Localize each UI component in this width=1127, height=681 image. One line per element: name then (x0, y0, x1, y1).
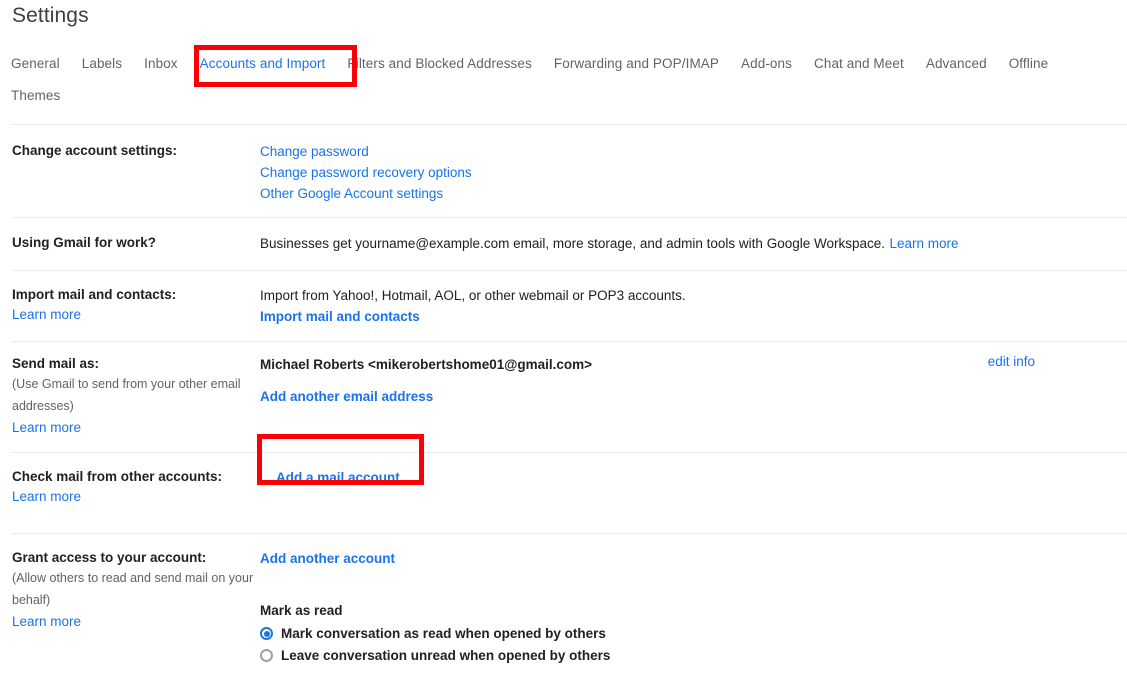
label-grant-access-to-your-account: Grant access to your account: (12, 550, 207, 565)
import-mail-description: Import from Yahoo!, Hotmail, AOL, or oth… (260, 288, 686, 303)
settings-tabbar: General Labels Inbox Accounts and Import… (0, 48, 1127, 112)
grant-access-subtext: (Allow others to read and send mail on y… (12, 571, 254, 607)
label-check-mail-from-other-accounts: Check mail from other accounts: (12, 469, 223, 484)
change-password-link[interactable]: Change password (260, 141, 369, 162)
edit-info-link[interactable]: edit info (988, 354, 1035, 369)
row-label-gmail-for-work: Using Gmail for work? (0, 233, 260, 252)
tab-accounts-and-import[interactable]: Accounts and Import (189, 48, 337, 80)
label-gmail-for-work: Using Gmail for work? (12, 235, 157, 250)
radio-label-mark-conversation-as-read: Mark conversation as read when opened by… (281, 626, 606, 641)
add-a-mail-account-link[interactable]: Add a mail account (276, 467, 400, 488)
gmail-for-work-learn-more-link[interactable]: Learn more (889, 236, 958, 251)
tab-advanced[interactable]: Advanced (915, 48, 998, 80)
row-body-check-mail: Add a mail account (260, 467, 1127, 488)
label-change-account-settings: Change account settings: (12, 143, 178, 158)
label-import-mail-and-contacts: Import mail and contacts: (12, 287, 177, 302)
tab-general[interactable]: General (0, 48, 71, 80)
row-gmail-for-work: Using Gmail for work? Businesses get you… (0, 218, 1127, 270)
settings-content: Change account settings: Change password… (0, 124, 1127, 681)
add-another-account-link[interactable]: Add another account (260, 548, 395, 569)
import-mail-and-contacts-link[interactable]: Import mail and contacts (260, 306, 420, 327)
import-mail-learn-more-link[interactable]: Learn more (12, 304, 81, 325)
mark-as-read-title: Mark as read (260, 603, 343, 618)
row-import-mail-and-contacts: Import mail and contacts: Learn more Imp… (0, 271, 1127, 341)
gmail-for-work-description: Businesses get yourname@example.com emai… (260, 236, 886, 251)
row-body-send-mail-as: Michael Roberts <mikerobertshome01@gmail… (260, 354, 1127, 407)
row-body-grant-access: Add another account Mark as read Mark co… (260, 548, 1127, 667)
row-label-change-account-settings: Change account settings: (0, 141, 260, 160)
tab-inbox[interactable]: Inbox (133, 48, 189, 80)
tab-themes[interactable]: Themes (0, 80, 71, 112)
add-another-email-address-link[interactable]: Add another email address (260, 386, 433, 407)
page-title: Settings (12, 4, 89, 27)
tab-forwarding-and-pop-imap[interactable]: Forwarding and POP/IMAP (543, 48, 730, 80)
radio-mark-conversation-as-read[interactable] (260, 627, 273, 640)
send-mail-as-learn-more-link[interactable]: Learn more (12, 417, 81, 438)
row-check-mail-from-other-accounts: Check mail from other accounts: Learn mo… (0, 453, 1127, 533)
row-send-mail-as: Send mail as: (Use Gmail to send from yo… (0, 342, 1127, 452)
label-send-mail-as: Send mail as: (12, 356, 100, 371)
grant-access-learn-more-link[interactable]: Learn more (12, 611, 81, 632)
tab-add-ons[interactable]: Add-ons (730, 48, 803, 80)
row-label-import-mail-and-contacts: Import mail and contacts: Learn more (0, 285, 260, 325)
check-mail-learn-more-link[interactable]: Learn more (12, 486, 81, 507)
tab-chat-and-meet[interactable]: Chat and Meet (803, 48, 915, 80)
row-label-grant-access: Grant access to your account: (Allow oth… (0, 548, 260, 632)
row-grant-access: Grant access to your account: (Allow oth… (0, 534, 1127, 681)
row-label-check-mail: Check mail from other accounts: Learn mo… (0, 467, 260, 507)
row-change-account-settings: Change account settings: Change password… (0, 125, 1127, 217)
tab-offline[interactable]: Offline (998, 48, 1059, 80)
radio-row-leave-unread[interactable]: Leave conversation unread when opened by… (260, 645, 1127, 666)
change-password-recovery-options-link[interactable]: Change password recovery options (260, 162, 472, 183)
send-mail-as-subtext: (Use Gmail to send from your other email… (12, 377, 241, 413)
row-body-change-account-settings: Change password Change password recovery… (260, 141, 1127, 204)
tab-labels[interactable]: Labels (71, 48, 133, 80)
row-label-send-mail-as: Send mail as: (Use Gmail to send from yo… (0, 354, 260, 438)
other-google-account-settings-link[interactable]: Other Google Account settings (260, 183, 443, 204)
radio-row-mark-as-read[interactable]: Mark conversation as read when opened by… (260, 623, 1127, 644)
row-body-gmail-for-work: Businesses get yourname@example.com emai… (260, 233, 1127, 254)
radio-label-leave-conversation-unread: Leave conversation unread when opened by… (281, 648, 611, 663)
row-body-import-mail-and-contacts: Import from Yahoo!, Hotmail, AOL, or oth… (260, 285, 1127, 327)
tab-filters-and-blocked-addresses[interactable]: Filters and Blocked Addresses (336, 48, 543, 80)
radio-leave-conversation-unread[interactable] (260, 649, 273, 662)
